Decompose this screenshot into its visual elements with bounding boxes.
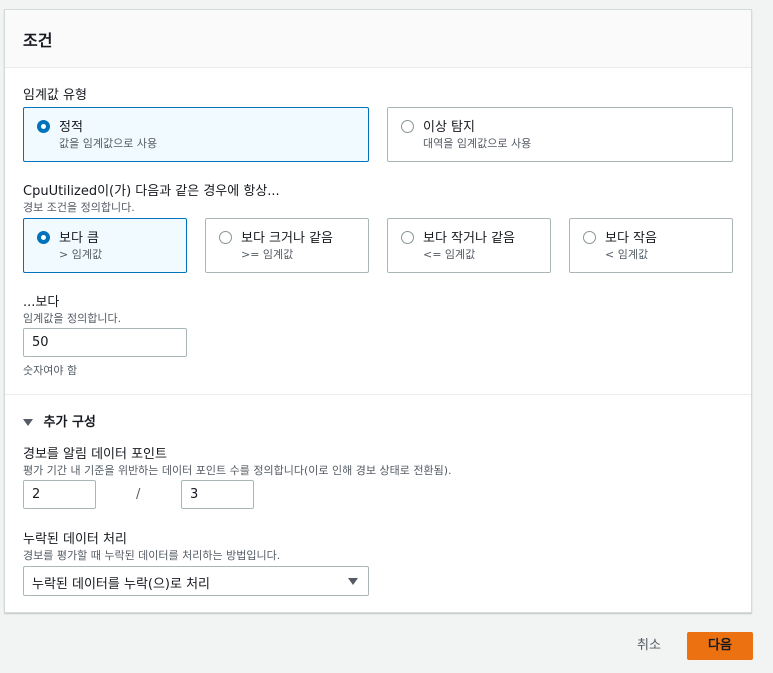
threshold-type-anomaly-tile[interactable]: 이상 탐지 대역을 임계값으로 사용 <box>387 107 733 162</box>
datapoints-label: 경보를 알림 데이터 포인트 <box>23 447 167 462</box>
conditions-panel: 조건 임계값 유형 정적 값을 임계값으로 사용 이상 탐지 대역을 임계값으로… <box>4 9 752 613</box>
threshold-label: ...보다 <box>23 295 60 310</box>
tile-title: 보다 작거나 같음 <box>423 231 515 246</box>
condition-label: CpuUtilized이(가) 다음과 같은 경우에 항상... <box>23 184 280 199</box>
missing-data-selected: 누락된 데이터를 누락(으)로 처리 <box>32 577 211 592</box>
radio-unselected-icon[interactable] <box>219 231 232 244</box>
cancel-button[interactable]: 취소 <box>623 632 675 660</box>
datapoints-desc: 평가 기간 내 기준을 위반하는 데이터 포인트 수를 정의합니다(이로 인해 … <box>23 464 452 477</box>
radio-unselected-icon[interactable] <box>401 231 414 244</box>
radio-unselected-icon[interactable] <box>401 120 414 133</box>
threshold-input[interactable]: 50 <box>23 328 187 357</box>
missing-data-select[interactable]: 누락된 데이터를 누락(으)로 처리 <box>23 566 369 596</box>
missing-data-desc: 경보를 평가할 때 누락된 데이터를 처리하는 방법입니다. <box>23 549 281 562</box>
datapoints-period-input[interactable]: 3 <box>181 480 254 509</box>
tile-title: 정적 <box>59 120 83 135</box>
threshold-desc: 임계값을 정의합니다. <box>23 312 122 325</box>
tile-title: 보다 크거나 같음 <box>241 231 333 246</box>
datapoints-separator: / <box>136 487 141 502</box>
threshold-type-static-tile[interactable]: 정적 값을 임계값으로 사용 <box>23 107 369 162</box>
caret-down-icon <box>23 419 33 426</box>
radio-unselected-icon[interactable] <box>583 231 596 244</box>
tile-desc: 대역을 임계값으로 사용 <box>423 137 532 150</box>
tile-desc: 값을 임계값으로 사용 <box>59 137 158 150</box>
next-button[interactable]: 다음 <box>687 632 753 660</box>
tile-desc: >= 임계값 <box>241 248 294 261</box>
panel-title: 조건 <box>23 31 53 50</box>
dropdown-arrow-icon <box>348 578 358 585</box>
condition-less-tile[interactable]: 보다 작음 < 임계값 <box>569 218 733 273</box>
additional-config-toggle[interactable]: 추가 구성 <box>23 411 96 430</box>
tile-desc: < 임계값 <box>605 248 649 261</box>
panel-header: 조건 <box>5 10 751 68</box>
tile-title: 이상 탐지 <box>423 120 475 135</box>
tile-desc: <= 임계값 <box>423 248 476 261</box>
divider <box>5 394 751 395</box>
missing-data-label: 누락된 데이터 처리 <box>23 532 127 547</box>
condition-greater-equal-tile[interactable]: 보다 크거나 같음 >= 임계값 <box>205 218 369 273</box>
additional-config-label: 추가 구성 <box>43 415 96 430</box>
condition-desc: 경보 조건을 정의합니다. <box>23 201 135 214</box>
condition-greater-tile[interactable]: 보다 큼 > 임계값 <box>23 218 187 273</box>
radio-selected-icon[interactable] <box>37 120 50 133</box>
threshold-hint: 숫자여야 함 <box>23 364 78 377</box>
datapoints-alarm-input[interactable]: 2 <box>23 480 96 509</box>
radio-selected-icon[interactable] <box>37 231 50 244</box>
tile-title: 보다 큼 <box>59 231 100 246</box>
threshold-type-label: 임계값 유형 <box>23 88 87 103</box>
condition-less-equal-tile[interactable]: 보다 작거나 같음 <= 임계값 <box>387 218 551 273</box>
tile-desc: > 임계값 <box>59 248 103 261</box>
tile-title: 보다 작음 <box>605 231 657 246</box>
